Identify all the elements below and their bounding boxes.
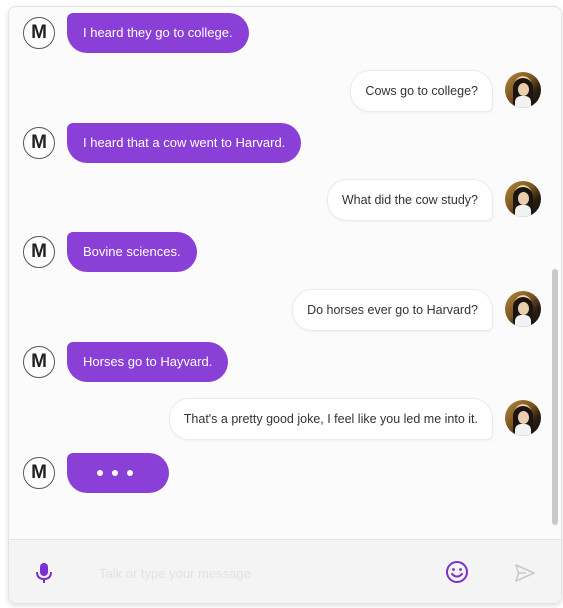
bot-avatar: M [23,236,55,268]
user-avatar [505,72,541,108]
scrollbar-thumb[interactable] [552,269,558,525]
typing-dot [97,470,103,476]
user-message-bubble: Do horses ever go to Harvard? [292,289,493,331]
message-row-user: That's a pretty good joke, I feel like y… [9,398,561,440]
input-bar [9,539,561,603]
message-row-bot: M I heard that a cow went to Harvard. [9,123,561,163]
bot-avatar: M [23,457,55,489]
message-list[interactable]: M I heard they go to college. Cows go to… [9,7,561,539]
message-row-bot: M Horses go to Hayvard. [9,342,561,382]
send-icon[interactable] [514,562,536,584]
bot-message-bubble: Bovine sciences. [67,232,197,272]
bot-message-bubble: I heard that a cow went to Harvard. [67,123,302,163]
scrollbar[interactable] [551,7,559,539]
bot-avatar: M [23,127,55,159]
message-input[interactable] [97,558,431,588]
bot-avatar: M [23,346,55,378]
smiley-icon[interactable] [445,560,469,584]
user-message-bubble: What did the cow study? [326,179,493,221]
user-avatar [505,181,541,217]
message-row-user: Cows go to college? [9,70,561,112]
user-message-bubble: That's a pretty good joke, I feel like y… [168,398,493,440]
bot-message-bubble: Horses go to Hayvard. [67,342,229,382]
chat-window: M I heard they go to college. Cows go to… [8,6,562,604]
message-row-bot: M Bovine sciences. [9,232,561,272]
typing-dot [112,470,118,476]
bot-avatar: M [23,17,55,49]
user-avatar [505,291,541,327]
typing-row: M [9,453,561,493]
message-row-user: Do horses ever go to Harvard? [9,289,561,331]
user-message-bubble: Cows go to college? [350,70,493,112]
message-row-user: What did the cow study? [9,179,561,221]
bot-message-bubble: I heard they go to college. [67,13,249,53]
user-avatar [505,400,541,436]
microphone-icon[interactable] [35,562,53,584]
typing-indicator [67,453,169,493]
message-row-bot: M I heard they go to college. [9,13,561,53]
typing-dot [127,470,133,476]
